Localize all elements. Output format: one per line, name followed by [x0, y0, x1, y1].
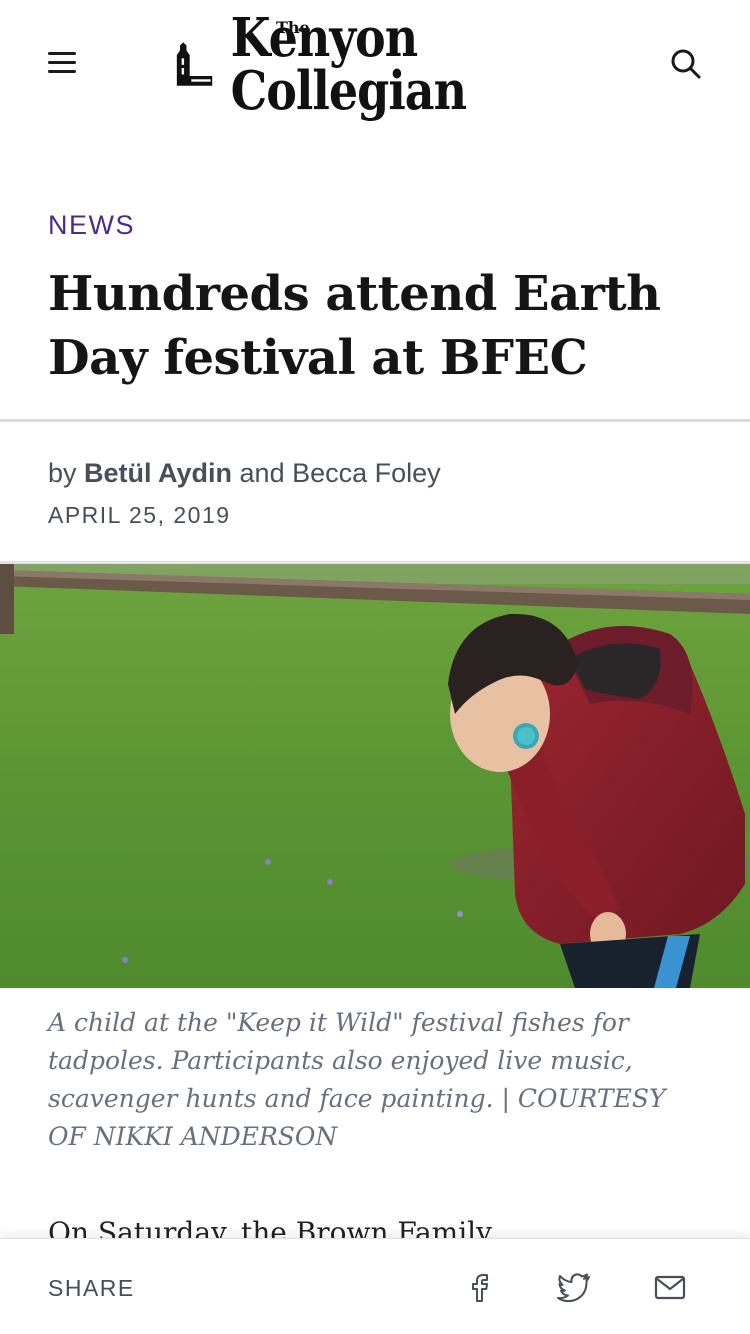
logo-the: The [276, 18, 310, 37]
photo-caption: A child at the "Keep it Wild" festival f… [48, 1008, 666, 1151]
divider [0, 419, 750, 422]
site-header: Kenyon Collegian The [0, 0, 750, 130]
byline-joiner: and [232, 458, 293, 488]
publish-date: APRIL 25, 2019 [48, 502, 231, 528]
byline-prefix: by [48, 458, 85, 488]
twitter-icon[interactable] [556, 1269, 592, 1305]
article-headline: Hundreds attend Earth Day festival at BF… [48, 266, 661, 386]
mail-icon[interactable] [652, 1269, 688, 1305]
tower-logo-icon [176, 42, 213, 86]
share-bar: SHARE [0, 1238, 750, 1334]
hamburger-menu-icon[interactable] [48, 52, 80, 76]
author-name: Becca Foley [292, 458, 441, 488]
search-icon[interactable] [668, 46, 704, 82]
facebook-icon[interactable] [462, 1269, 498, 1305]
author-link[interactable]: Betül Aydin [84, 458, 232, 488]
share-label: SHARE [48, 1275, 135, 1301]
byline: by Betül Aydin and Becca Foley [48, 458, 441, 489]
site-logo[interactable]: Kenyon Collegian The [172, 11, 582, 117]
section-label[interactable]: NEWS [48, 210, 135, 241]
article-photo [0, 564, 750, 988]
